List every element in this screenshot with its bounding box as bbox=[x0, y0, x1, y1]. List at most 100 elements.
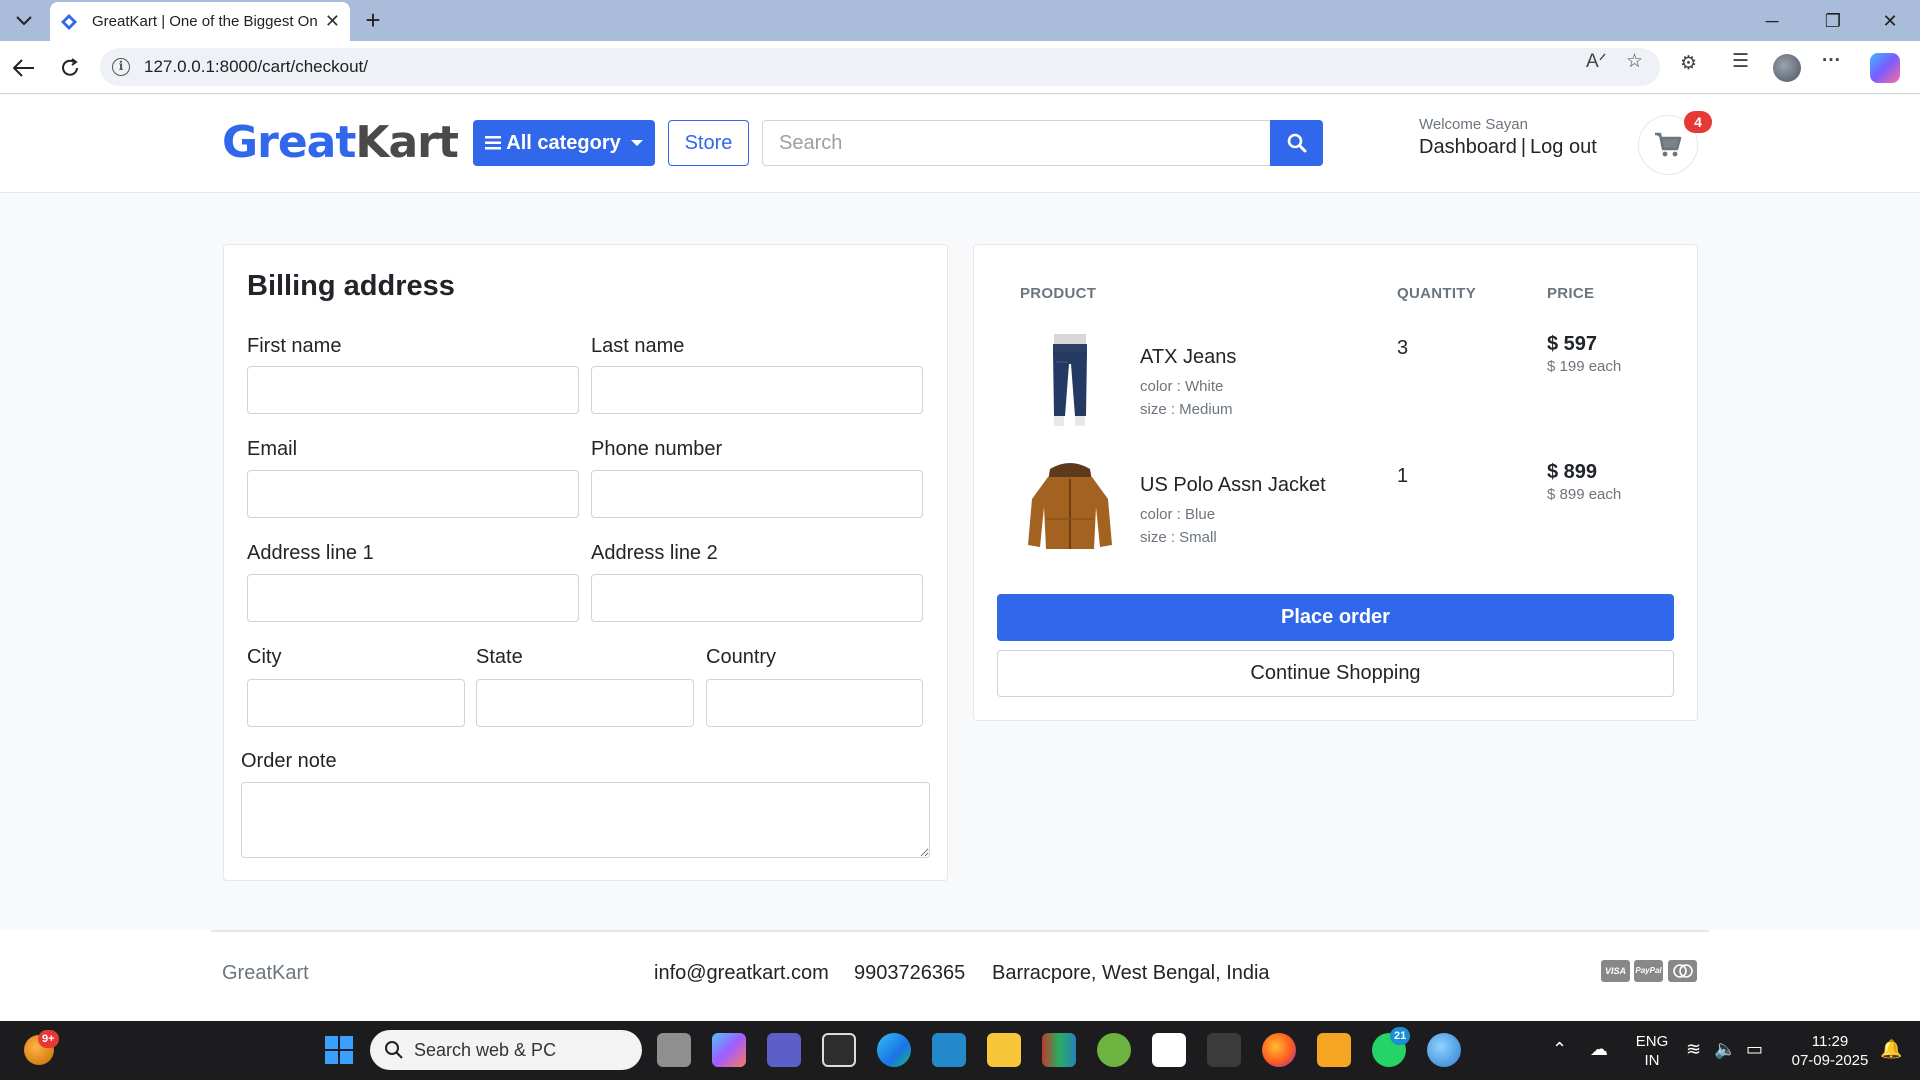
volume-icon[interactable]: 🔈 bbox=[1714, 1039, 1736, 1060]
phone-field[interactable] bbox=[591, 470, 923, 518]
chrome-app-icon[interactable] bbox=[1427, 1033, 1461, 1067]
restore-window-icon[interactable]: ❐ bbox=[1813, 8, 1853, 34]
site-info-icon[interactable]: i bbox=[112, 58, 130, 76]
first-name-label: First name bbox=[247, 335, 342, 357]
battery-icon[interactable]: ▭ bbox=[1746, 1039, 1763, 1060]
edge-browser-icon[interactable] bbox=[877, 1033, 911, 1067]
weather-badge: 9+ bbox=[38, 1030, 59, 1048]
site-logo[interactable]: GreatKart bbox=[222, 117, 459, 168]
item-1-name[interactable]: ATX Jeans bbox=[1140, 346, 1236, 369]
country-field[interactable] bbox=[706, 679, 923, 727]
minimize-window-icon[interactable]: ─ bbox=[1752, 8, 1792, 34]
favorite-star-icon[interactable]: ☆ bbox=[1626, 50, 1643, 72]
taskbar-search[interactable]: Search web & PC bbox=[370, 1030, 642, 1070]
command-prompt-icon[interactable] bbox=[1207, 1033, 1241, 1067]
footer-phone: 9903726365 bbox=[854, 962, 966, 984]
welcome-text: Welcome Sayan bbox=[1419, 116, 1528, 133]
reload-button[interactable] bbox=[56, 54, 84, 82]
footer-email: info@greatkart.com bbox=[654, 962, 829, 984]
site-footer: GreatKart info@greatkart.com 9903726365 … bbox=[0, 930, 1920, 1021]
last-name-label: Last name bbox=[591, 335, 685, 357]
footer-address: Barracpore, West Bengal, India bbox=[992, 962, 1270, 984]
logout-link[interactable]: Log out bbox=[1530, 136, 1597, 158]
logo-part-2: Kart bbox=[355, 117, 459, 168]
clock-time: 11:29 bbox=[1811, 1033, 1849, 1050]
site-header: GreatKart All category Store Welcome Say… bbox=[0, 95, 1920, 193]
file-explorer-icon[interactable] bbox=[987, 1033, 1021, 1067]
place-order-button[interactable]: Place order bbox=[997, 594, 1674, 641]
spring-tool-icon[interactable] bbox=[1097, 1033, 1131, 1067]
phone-label: Phone number bbox=[591, 438, 723, 460]
browser-tab-bar: GreatKart | One of the Biggest Online Sh… bbox=[0, 0, 1920, 41]
item-1-color: color : White bbox=[1140, 378, 1224, 395]
notifications-bell-icon[interactable]: 🔔 bbox=[1880, 1039, 1902, 1060]
continue-shopping-button[interactable]: Continue Shopping bbox=[997, 650, 1674, 697]
show-hidden-icons-chevron-icon[interactable]: ⌃ bbox=[1552, 1039, 1567, 1060]
jeans-product-image[interactable] bbox=[1020, 332, 1120, 432]
dashboard-link[interactable]: Dashboard bbox=[1419, 136, 1517, 158]
jacket-product-image[interactable] bbox=[1020, 459, 1120, 559]
url-text: 127.0.0.1:8000/cart/checkout/ bbox=[144, 57, 368, 76]
onedrive-icon[interactable]: ☁ bbox=[1590, 1039, 1608, 1060]
footer-divider bbox=[211, 930, 1709, 932]
address-line-2-field[interactable] bbox=[591, 574, 923, 622]
favorites-icon[interactable]: ☰ bbox=[1732, 50, 1749, 72]
close-window-icon[interactable]: ✕ bbox=[1870, 8, 1910, 34]
microsoft-store-icon[interactable] bbox=[1152, 1033, 1186, 1067]
column-header-product: PRODUCT bbox=[1020, 285, 1097, 302]
all-category-dropdown[interactable]: All category bbox=[473, 120, 655, 166]
mastercard-circles bbox=[1672, 964, 1693, 978]
windows-logo bbox=[325, 1036, 353, 1064]
user-links: Dashboard | Log out bbox=[1419, 136, 1597, 159]
teams-icon[interactable] bbox=[767, 1033, 801, 1067]
tab-list-button[interactable] bbox=[10, 8, 38, 34]
search-input[interactable] bbox=[762, 120, 1271, 166]
extensions-icon[interactable]: ⚙ bbox=[1680, 52, 1697, 74]
item-2-size: size : Small bbox=[1140, 529, 1217, 546]
item-2-color: color : Blue bbox=[1140, 506, 1216, 523]
vscode-icon[interactable] bbox=[932, 1033, 966, 1067]
read-aloud-icon[interactable]: Aᐟ bbox=[1586, 50, 1607, 72]
back-button[interactable] bbox=[10, 54, 38, 82]
new-tab-button[interactable]: + bbox=[358, 6, 388, 34]
order-note-label: Order note bbox=[241, 750, 337, 772]
language-line-1: ENG bbox=[1635, 1033, 1669, 1050]
item-1-quantity: 3 bbox=[1397, 337, 1409, 359]
terminal-window-icon[interactable] bbox=[822, 1033, 856, 1067]
city-field[interactable] bbox=[247, 679, 465, 727]
item-2-total-price: $ 899 bbox=[1547, 461, 1598, 483]
whatsapp-badge: 21 bbox=[1390, 1027, 1411, 1045]
profile-avatar[interactable] bbox=[1773, 54, 1801, 82]
chevron-down-icon bbox=[16, 16, 32, 26]
all-category-label: All category bbox=[506, 131, 621, 154]
shopping-cart-icon bbox=[1655, 132, 1682, 157]
item-2-name[interactable]: US Polo Assn Jacket bbox=[1140, 474, 1326, 497]
item-1-size: size : Medium bbox=[1140, 401, 1233, 418]
address-bar[interactable]: i 127.0.0.1:8000/cart/checkout/ bbox=[100, 48, 1660, 86]
store-button[interactable]: Store bbox=[668, 120, 749, 166]
browser-tab-active[interactable]: GreatKart | One of the Biggest Online Sh… bbox=[50, 2, 350, 41]
column-header-quantity: QUANTITY bbox=[1397, 285, 1477, 302]
language-indicator[interactable]: ENG IN bbox=[1632, 1032, 1672, 1070]
wifi-icon[interactable]: ≋ bbox=[1686, 1039, 1701, 1060]
copilot-icon[interactable] bbox=[1870, 53, 1900, 83]
first-name-field[interactable] bbox=[247, 366, 579, 414]
search-button[interactable] bbox=[1270, 120, 1323, 166]
more-options-icon[interactable]: ··· bbox=[1822, 50, 1841, 72]
order-note-textarea[interactable] bbox=[241, 782, 930, 858]
footer-brand: GreatKart bbox=[222, 962, 309, 984]
firefox-icon[interactable] bbox=[1262, 1033, 1296, 1067]
close-tab-icon[interactable]: ✕ bbox=[325, 11, 340, 32]
copilot-app-icon[interactable] bbox=[712, 1033, 746, 1067]
address-line-2-label: Address line 2 bbox=[591, 542, 718, 564]
address-line-1-field[interactable] bbox=[247, 574, 579, 622]
last-name-field[interactable] bbox=[591, 366, 923, 414]
clock[interactable]: 11:29 07-09-2025 bbox=[1780, 1032, 1880, 1070]
task-view-icon[interactable] bbox=[657, 1033, 691, 1067]
windows-start-icon[interactable] bbox=[322, 1033, 356, 1067]
sublime-text-icon[interactable] bbox=[1317, 1033, 1351, 1067]
winrar-icon[interactable] bbox=[1042, 1033, 1076, 1067]
state-field[interactable] bbox=[476, 679, 694, 727]
browser-toolbar: i 127.0.0.1:8000/cart/checkout/ Aᐟ ☆ ⚙ ☰… bbox=[0, 41, 1920, 94]
email-field[interactable] bbox=[247, 470, 579, 518]
